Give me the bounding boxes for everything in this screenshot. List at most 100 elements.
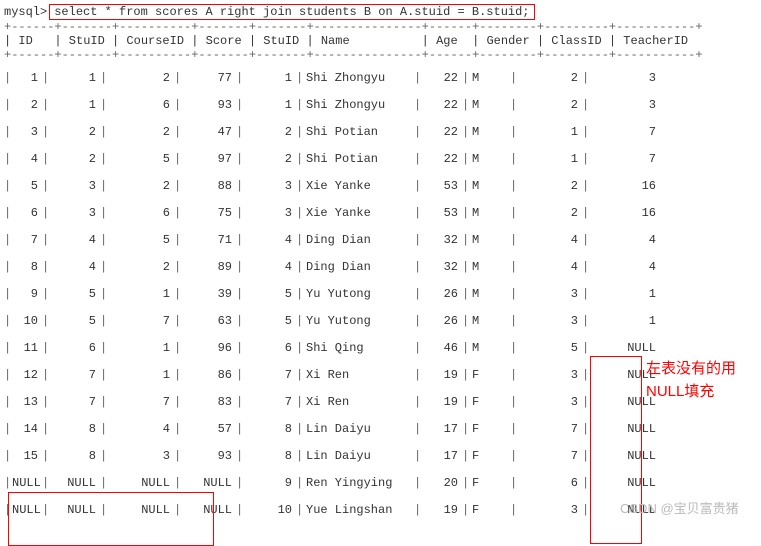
cell-gender: M	[470, 341, 510, 355]
cell-name: Xi Ren	[304, 395, 414, 409]
cell-stuid: 5	[50, 287, 100, 301]
prompt-line: mysql> select * from scores A right join…	[4, 4, 757, 20]
cell-id: 14	[12, 422, 42, 436]
cell-gender: M	[470, 98, 510, 112]
cell-name: Shi Potian	[304, 152, 414, 166]
cell-courseid: 2	[108, 71, 174, 85]
cell-name: Xie Yanke	[304, 206, 414, 220]
cell-name: Shi Potian	[304, 125, 414, 139]
cell-classid: 3	[518, 287, 582, 301]
cell-score: NULL	[182, 476, 236, 490]
cell-gender: M	[470, 287, 510, 301]
cell-gender: M	[470, 125, 510, 139]
cell-stuid: 3	[50, 179, 100, 193]
cell-gender: M	[470, 179, 510, 193]
cell-stuid2: 5	[244, 314, 296, 328]
table-row: |4|2|5|97|2|Shi Potian|22|M|1|7	[4, 145, 757, 172]
cell-courseid: 7	[108, 314, 174, 328]
cell-stuid: 1	[50, 98, 100, 112]
cell-classid: 3	[518, 368, 582, 382]
cell-age: 22	[422, 125, 462, 139]
cell-stuid: 2	[50, 125, 100, 139]
cell-age: 26	[422, 314, 462, 328]
highlight-null-rows	[8, 492, 214, 546]
cell-gender: F	[470, 368, 510, 382]
cell-courseid: 1	[108, 368, 174, 382]
annotation-line1: 左表没有的用	[646, 358, 736, 381]
cell-gender: F	[470, 476, 510, 490]
table-row: |11|6|1|96|6|Shi Qing|46|M|5|NULL	[4, 334, 757, 361]
cell-score: 93	[182, 449, 236, 463]
cell-teacherid: 3	[590, 71, 660, 85]
cell-classid: 4	[518, 260, 582, 274]
cell-id: NULL	[12, 476, 42, 490]
cell-age: 32	[422, 260, 462, 274]
cell-gender: M	[470, 152, 510, 166]
table-row: |14|8|4|57|8|Lin Daiyu|17|F|7|NULL	[4, 415, 757, 442]
table-row: |6|3|6|75|3|Xie Yanke|53|M|2|16	[4, 199, 757, 226]
cell-stuid: 8	[50, 449, 100, 463]
cell-name: Yu Yutong	[304, 314, 414, 328]
table-body: |1|1|2|77|1|Shi Zhongyu|22|M|2|3|2|1|6|9…	[4, 64, 757, 523]
table-row: |12|7|1|86|7|Xi Ren|19|F|3|NULL	[4, 361, 757, 388]
cell-id: 5	[12, 179, 42, 193]
cell-courseid: NULL	[108, 476, 174, 490]
cell-id: 8	[12, 260, 42, 274]
cell-stuid: 2	[50, 152, 100, 166]
cell-score: 71	[182, 233, 236, 247]
cell-teacherid: 7	[590, 152, 660, 166]
cell-teacherid: 16	[590, 206, 660, 220]
cell-courseid: 4	[108, 422, 174, 436]
table-row: |3|2|2|47|2|Shi Potian|22|M|1|7	[4, 118, 757, 145]
cell-name: Yue Lingshan	[304, 503, 414, 517]
cell-stuid2: 1	[244, 71, 296, 85]
cell-classid: 4	[518, 233, 582, 247]
cell-stuid: 7	[50, 368, 100, 382]
cell-teacherid: 1	[590, 314, 660, 328]
cell-name: Yu Yutong	[304, 287, 414, 301]
table-row: |1|1|2|77|1|Shi Zhongyu|22|M|2|3	[4, 64, 757, 91]
cell-stuid2: 4	[244, 260, 296, 274]
cell-id: 6	[12, 206, 42, 220]
table-row: |10|5|7|63|5|Yu Yutong|26|M|3|1	[4, 307, 757, 334]
cell-id: 11	[12, 341, 42, 355]
annotation-text: 左表没有的用 NULL填充	[646, 358, 736, 403]
cell-stuid2: 5	[244, 287, 296, 301]
cell-gender: M	[470, 260, 510, 274]
cell-age: 17	[422, 422, 462, 436]
cell-score: 75	[182, 206, 236, 220]
cell-score: 57	[182, 422, 236, 436]
cell-stuid2: 8	[244, 449, 296, 463]
cell-stuid2: 7	[244, 395, 296, 409]
cell-classid: 1	[518, 152, 582, 166]
cell-name: Xi Ren	[304, 368, 414, 382]
cell-gender: F	[470, 449, 510, 463]
cell-stuid: 5	[50, 314, 100, 328]
cell-gender: M	[470, 71, 510, 85]
cell-name: Ding Dian	[304, 260, 414, 274]
cell-id: 12	[12, 368, 42, 382]
cell-score: 86	[182, 368, 236, 382]
sql-query: select * from scores A right join studen…	[54, 5, 529, 19]
cell-stuid2: 3	[244, 179, 296, 193]
cell-teacherid: 4	[590, 233, 660, 247]
cell-stuid: 7	[50, 395, 100, 409]
cell-courseid: 6	[108, 98, 174, 112]
cell-gender: M	[470, 233, 510, 247]
cell-classid: 7	[518, 449, 582, 463]
cell-classid: 3	[518, 395, 582, 409]
cell-teacherid: 7	[590, 125, 660, 139]
cell-name: Lin Daiyu	[304, 422, 414, 436]
cell-id: 1	[12, 71, 42, 85]
cell-age: 19	[422, 395, 462, 409]
mysql-prompt: mysql>	[4, 5, 47, 19]
table-separator-mid: +------+-------+----------+-------+-----…	[4, 48, 757, 62]
cell-teacherid: 3	[590, 98, 660, 112]
cell-stuid: 4	[50, 260, 100, 274]
cell-stuid2: 6	[244, 341, 296, 355]
table-row: |8|4|2|89|4|Ding Dian|32|M|4|4	[4, 253, 757, 280]
cell-name: Xie Yanke	[304, 179, 414, 193]
cell-name: Shi Zhongyu	[304, 71, 414, 85]
cell-stuid: NULL	[50, 476, 100, 490]
cell-courseid: 7	[108, 395, 174, 409]
